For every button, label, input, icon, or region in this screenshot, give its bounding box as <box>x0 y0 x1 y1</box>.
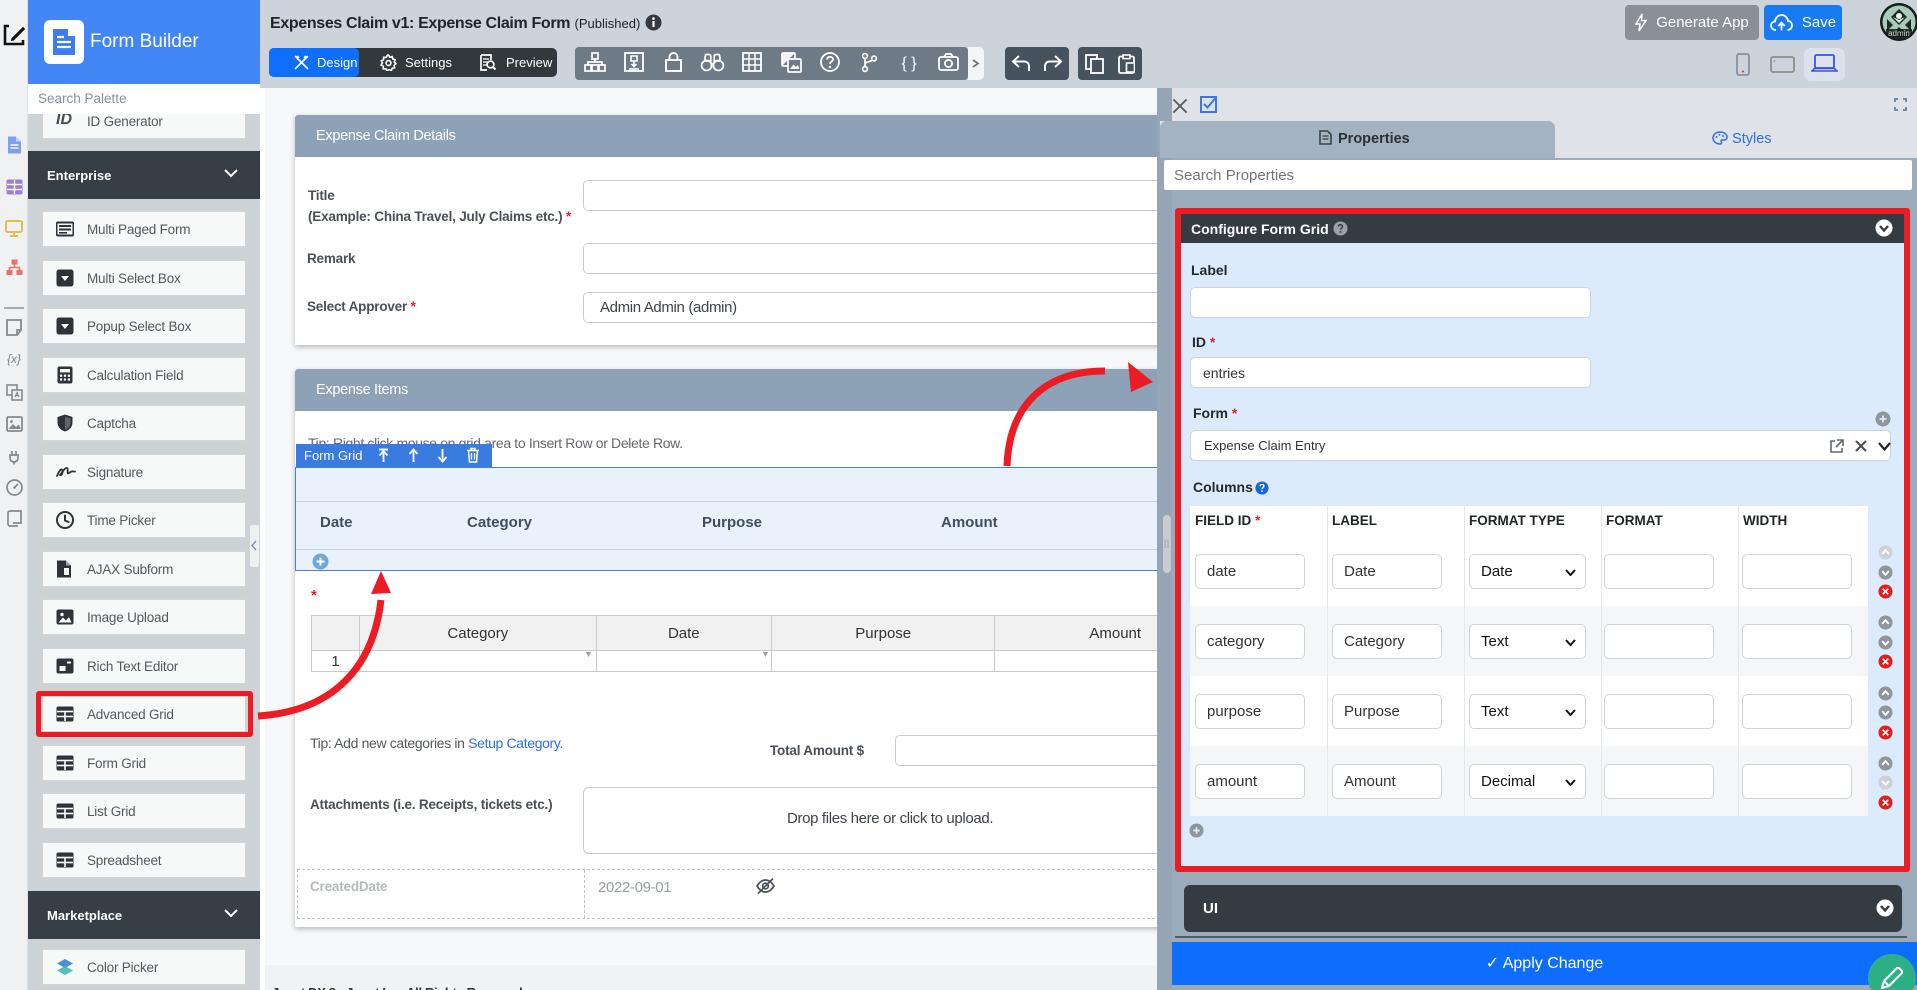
svg-text:admin: admin <box>1888 29 1910 38</box>
